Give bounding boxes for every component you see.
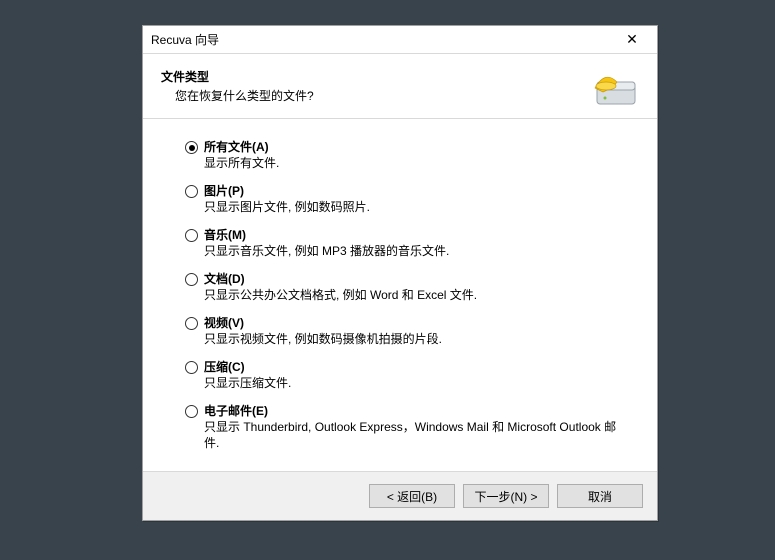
radio-icon	[185, 229, 198, 242]
options-area: 所有文件(A) 显示所有文件. 图片(P) 只显示图片文件, 例如数码照片. 音…	[143, 119, 657, 471]
option-desc: 只显示图片文件, 例如数码照片.	[204, 199, 370, 215]
option-all-files[interactable]: 所有文件(A) 显示所有文件.	[185, 139, 627, 171]
radio-icon	[185, 317, 198, 330]
close-icon: ✕	[626, 31, 638, 48]
option-desc: 只显示 Thunderbird, Outlook Express，Windows…	[204, 419, 627, 451]
option-label: 图片(P)	[204, 183, 370, 199]
option-label: 电子邮件(E)	[204, 403, 627, 419]
page-subtitle: 您在恢复什么类型的文件?	[161, 87, 591, 104]
option-desc: 只显示视频文件, 例如数码摄像机拍摄的片段.	[204, 331, 442, 347]
option-desc: 只显示音乐文件, 例如 MP3 播放器的音乐文件.	[204, 243, 449, 259]
option-desc: 显示所有文件.	[204, 155, 279, 171]
option-desc: 只显示压缩文件.	[204, 375, 291, 391]
radio-icon	[185, 273, 198, 286]
option-label: 所有文件(A)	[204, 139, 279, 155]
next-button[interactable]: 下一步(N) >	[463, 484, 549, 508]
radio-icon	[185, 405, 198, 418]
header-text: 文件类型 您在恢复什么类型的文件?	[161, 68, 591, 108]
option-pictures[interactable]: 图片(P) 只显示图片文件, 例如数码照片.	[185, 183, 627, 215]
option-compressed[interactable]: 压缩(C) 只显示压缩文件.	[185, 359, 627, 391]
radio-icon	[185, 361, 198, 374]
cancel-button[interactable]: 取消	[557, 484, 643, 508]
radio-icon	[185, 141, 198, 154]
option-label: 视频(V)	[204, 315, 442, 331]
option-desc: 只显示公共办公文档格式, 例如 Word 和 Excel 文件.	[204, 287, 477, 303]
option-label: 压缩(C)	[204, 359, 291, 375]
window-title: Recuva 向导	[151, 31, 219, 48]
harddrive-hat-icon	[591, 68, 639, 108]
wizard-dialog: Recuva 向导 ✕ 文件类型 您在恢复什么类型的文件? 所有文件(A) 显示…	[142, 25, 658, 521]
option-emails[interactable]: 电子邮件(E) 只显示 Thunderbird, Outlook Express…	[185, 403, 627, 451]
close-button[interactable]: ✕	[611, 29, 653, 51]
titlebar: Recuva 向导 ✕	[143, 26, 657, 54]
option-label: 文档(D)	[204, 271, 477, 287]
option-video[interactable]: 视频(V) 只显示视频文件, 例如数码摄像机拍摄的片段.	[185, 315, 627, 347]
option-label: 音乐(M)	[204, 227, 449, 243]
option-music[interactable]: 音乐(M) 只显示音乐文件, 例如 MP3 播放器的音乐文件.	[185, 227, 627, 259]
wizard-footer: < 返回(B) 下一步(N) > 取消	[143, 471, 657, 520]
option-documents[interactable]: 文档(D) 只显示公共办公文档格式, 例如 Word 和 Excel 文件.	[185, 271, 627, 303]
page-title: 文件类型	[161, 68, 591, 85]
back-button[interactable]: < 返回(B)	[369, 484, 455, 508]
radio-icon	[185, 185, 198, 198]
wizard-header: 文件类型 您在恢复什么类型的文件?	[143, 54, 657, 119]
